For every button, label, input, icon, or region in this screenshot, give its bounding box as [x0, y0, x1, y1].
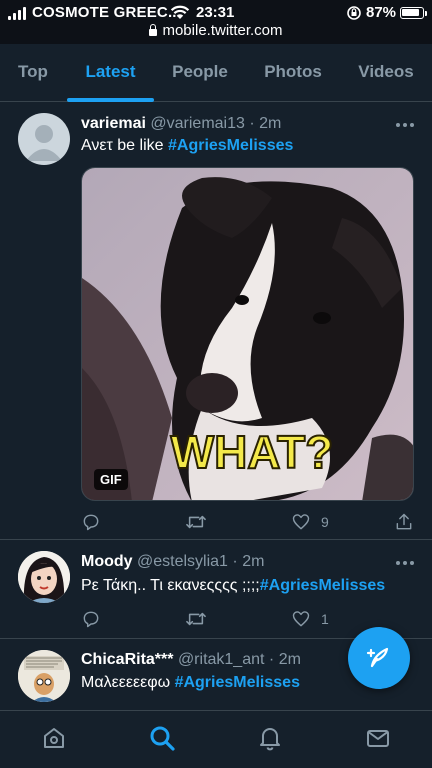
tab-videos[interactable]: Videos — [345, 44, 427, 102]
display-name[interactable]: ChicaRita*** — [81, 651, 173, 668]
tweet-header: Moody @estelsylia1 · 2m — [81, 553, 264, 571]
tweet[interactable]: variemai @variemai13 · 2m Ανετ be like #… — [0, 103, 432, 540]
search-icon — [150, 726, 175, 751]
display-name[interactable]: Moody — [81, 553, 133, 570]
share-button[interactable] — [394, 511, 414, 533]
search-tabs: Top Latest People Photos Videos — [0, 44, 432, 102]
reply-icon — [83, 514, 99, 531]
gif-caption: WHAT? — [170, 425, 335, 479]
hashtag-link[interactable]: #AgriesMelisses — [168, 137, 293, 154]
like-count: 1 — [321, 611, 329, 627]
tweet-text: Μαλεεεεεφω #AgriesMelisses — [81, 674, 300, 692]
tweet-actions: 9 — [81, 511, 413, 533]
tweet-text: Ρε Τάκη.. Τι εκανεςςςς ;;;;#AgriesMeliss… — [81, 577, 385, 595]
tab-latest[interactable]: Latest — [67, 44, 154, 102]
separator-dot: · — [249, 115, 255, 132]
avatar-moody[interactable] — [18, 551, 70, 603]
timestamp[interactable]: 2m — [259, 115, 281, 132]
nav-search[interactable] — [147, 723, 177, 753]
hashtag-link[interactable]: #AgriesMelisses — [260, 577, 385, 594]
tweet-header: ChicaRita*** @ritak1_ant · 2m — [81, 651, 301, 669]
url-text: mobile.twitter.com — [162, 22, 283, 39]
gif-caption-text: WHAT? — [171, 426, 334, 478]
like-button[interactable]: 9 — [291, 511, 329, 533]
tweet-text: Ανετ be like #AgriesMelisses — [81, 137, 293, 155]
retweet-button[interactable] — [185, 511, 217, 533]
more-options-icon[interactable] — [396, 561, 414, 565]
tab-top[interactable]: Top — [0, 44, 66, 102]
compose-tweet-icon — [366, 647, 389, 668]
notifications-icon — [260, 728, 280, 751]
tab-people[interactable]: People — [160, 44, 240, 102]
like-count: 9 — [321, 514, 329, 530]
timestamp[interactable]: 2m — [242, 553, 264, 570]
carrier-name: COSMOTE GREEC... — [32, 4, 182, 21]
tweet-text-body: Ρε Τάκη.. Τι εκανεςςςς ;;;; — [81, 577, 260, 594]
tab-photos[interactable]: Photos — [252, 44, 334, 102]
retweet-icon — [186, 612, 206, 626]
like-button[interactable]: 1 — [291, 608, 329, 630]
bottom-navigation — [0, 710, 432, 768]
nav-messages[interactable] — [363, 723, 393, 753]
gif-badge: GIF — [94, 469, 128, 490]
clock: 23:31 — [196, 4, 235, 21]
battery-percent: 87% — [366, 4, 397, 21]
heart-icon — [292, 514, 310, 530]
username[interactable]: @ritak1_ant — [178, 651, 265, 668]
address-bar[interactable]: mobile.twitter.com — [0, 22, 432, 39]
separator-dot: · — [232, 553, 238, 570]
reply-icon — [83, 611, 99, 628]
tweet-media-gif[interactable]: WHAT? GIF — [81, 167, 414, 501]
username[interactable]: @estelsylia1 — [137, 553, 228, 570]
lock-icon — [149, 24, 158, 36]
tweet-text-body: Μαλεεεεεφω — [81, 674, 175, 691]
retweet-icon — [186, 515, 206, 529]
avatar-chicarita[interactable] — [18, 650, 70, 702]
tweet-text-body: Ανετ be like — [81, 137, 168, 154]
separator-dot: · — [268, 651, 275, 668]
cellular-signal-icon — [8, 7, 26, 20]
display-name[interactable]: variemai — [81, 115, 146, 132]
battery-icon — [400, 7, 427, 19]
tweet-header: variemai @variemai13 · 2m — [81, 115, 281, 133]
hashtag-link[interactable]: #AgriesMelisses — [175, 674, 300, 691]
tweet[interactable]: Moody @estelsylia1 · 2m Ρε Τάκη.. Τι εκα… — [0, 541, 432, 639]
home-icon — [44, 728, 64, 748]
share-icon — [396, 513, 412, 530]
username[interactable]: @variemai13 — [150, 115, 245, 132]
retweet-button[interactable] — [185, 608, 217, 630]
reply-button[interactable] — [81, 511, 111, 533]
avatar-default[interactable] — [18, 113, 70, 165]
messages-icon — [367, 730, 389, 747]
heart-icon — [292, 611, 310, 627]
nav-notifications[interactable] — [255, 723, 285, 753]
nav-home[interactable] — [39, 723, 69, 753]
reply-button[interactable] — [81, 608, 111, 630]
compose-tweet-button[interactable] — [348, 627, 410, 689]
more-options-icon[interactable] — [396, 123, 414, 127]
status-bar: COSMOTE GREEC... 23:31 87% mobile.twitte… — [0, 0, 432, 44]
timestamp[interactable]: 2m — [279, 651, 301, 668]
active-tab-indicator — [67, 98, 154, 102]
tweet-actions: 1 — [81, 608, 413, 630]
